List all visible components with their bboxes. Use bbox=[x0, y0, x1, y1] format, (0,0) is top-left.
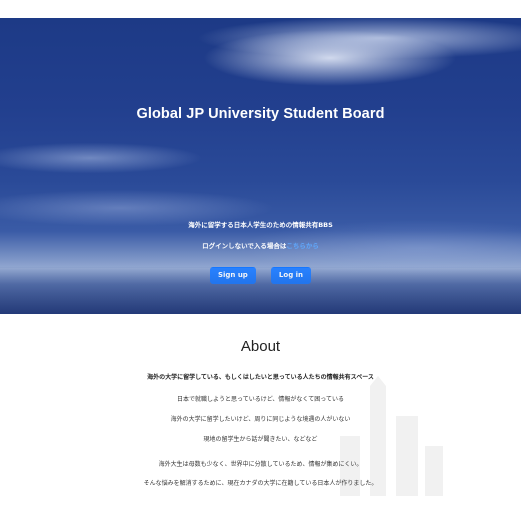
signup-button[interactable]: Sign up bbox=[209, 267, 256, 284]
about-line: 海外の大学に留学している、もしくはしたいと思っている人たちの情報共有スペース bbox=[147, 374, 374, 381]
hero-tagline: 海外に留学する日本人学生のための情報共有BBS bbox=[188, 221, 333, 229]
auth-buttons: Sign up Log in bbox=[0, 262, 521, 284]
login-button[interactable]: Log in bbox=[270, 267, 312, 284]
guest-entry-link[interactable]: こちらから bbox=[286, 242, 319, 250]
about-line: 海外の大学に留学したいけど、周りに同じような境遇の人がいない bbox=[170, 416, 351, 423]
hero-title: Global JP University Student Board bbox=[136, 106, 385, 122]
about-line: そんな悩みを解消するために、現在カナダの大学に在籍している日本人が作りました。 bbox=[143, 480, 378, 487]
about-title: About bbox=[240, 338, 281, 355]
about-section: About 海外の大学に留学している、もしくはしたいと思っている人たちの情報共有… bbox=[0, 314, 521, 521]
hero-section: Global JP University Student Board 海外に留学… bbox=[0, 18, 521, 314]
about-line: 日本で就職しようと思っているけど、情報がなくて困っている bbox=[177, 396, 344, 403]
about-line: 現地の留学生から話が聞きたい、などなど bbox=[203, 436, 318, 443]
guest-entry-prefix: ログインしないで入る場合は bbox=[202, 242, 287, 250]
guest-entry-text: ログインしないで入る場合はこちらから bbox=[0, 240, 521, 250]
about-line: 海外大生は母数も少なく、世界中に分散しているため、情報が集めにくい。 bbox=[158, 461, 363, 468]
